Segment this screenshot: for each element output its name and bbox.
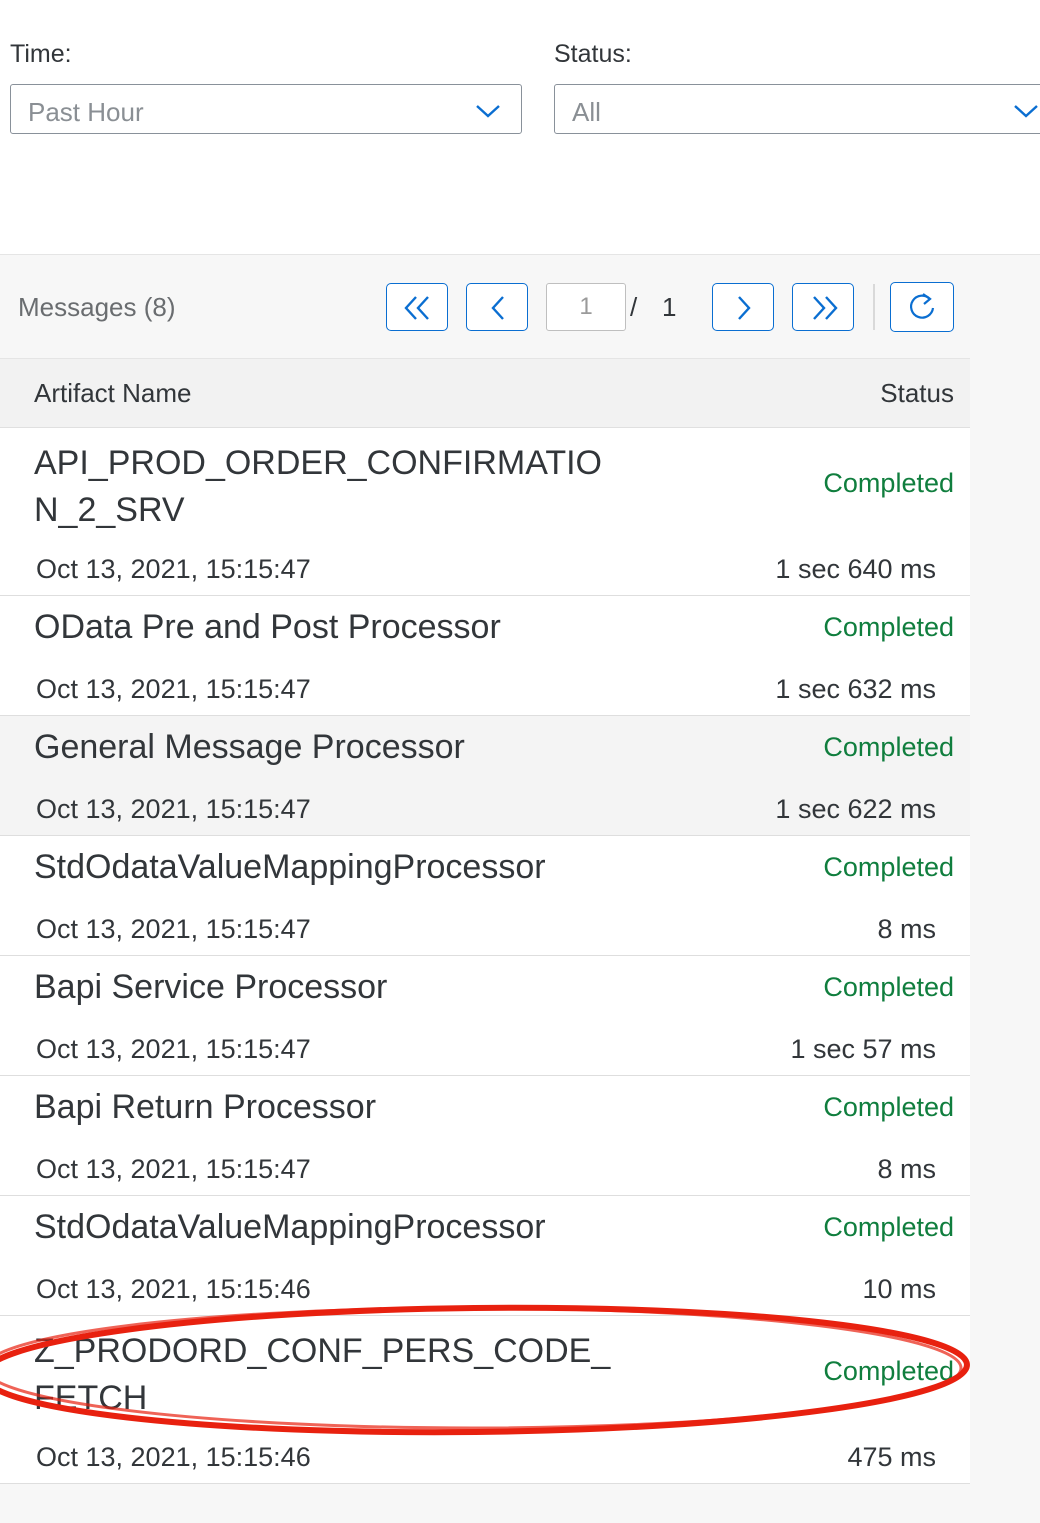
message-date: Oct 13, 2021, 15:15:47 (36, 1154, 311, 1184)
status-badge: Completed (823, 1212, 954, 1242)
message-duration: 8 ms (877, 914, 936, 944)
message-row[interactable]: General Message Processor Completed Oct … (0, 716, 970, 836)
message-duration: 1 sec 640 ms (775, 554, 936, 584)
message-row[interactable]: StdOdataValueMappingProcessor Completed … (0, 1196, 970, 1316)
chevron-left-icon (491, 296, 504, 320)
message-row[interactable]: StdOdataValueMappingProcessor Completed … (0, 836, 970, 956)
message-row[interactable]: OData Pre and Post Processor Completed O… (0, 596, 970, 716)
chevron-down-icon (1014, 105, 1038, 118)
status-filter-label: Status: (554, 40, 632, 68)
page-separator: / (630, 292, 638, 322)
message-date: Oct 13, 2021, 15:15:47 (36, 1034, 311, 1064)
filter-bar: Time: Past Hour Status: All (0, 0, 1040, 254)
refresh-button[interactable] (890, 282, 954, 332)
message-row[interactable]: Bapi Return Processor Completed Oct 13, … (0, 1076, 970, 1196)
message-duration: 10 ms (862, 1274, 936, 1304)
message-duration: 8 ms (877, 1154, 936, 1184)
status-badge: Completed (823, 852, 954, 882)
message-row[interactable]: Z_PRODORD_CONF_PERS_CODE_FETCH Completed… (0, 1316, 970, 1484)
message-date: Oct 13, 2021, 15:15:46 (36, 1442, 311, 1472)
first-page-button[interactable] (386, 283, 448, 331)
status-badge: Completed (823, 612, 954, 642)
time-filter-label: Time: (10, 40, 72, 68)
table-header: Artifact Name Status (0, 358, 970, 429)
message-duration: 475 ms (847, 1442, 936, 1472)
artifact-name: Z_PRODORD_CONF_PERS_CODE_FETCH (34, 1332, 611, 1417)
chevron-down-icon (476, 105, 500, 118)
next-page-button[interactable] (712, 283, 774, 331)
last-page-button[interactable] (792, 283, 854, 331)
status-badge: Completed (823, 732, 954, 762)
time-select[interactable]: Past Hour (10, 84, 522, 134)
message-date: Oct 13, 2021, 15:15:46 (36, 1274, 311, 1304)
previous-page-button[interactable] (466, 283, 528, 331)
double-chevron-left-icon (404, 296, 429, 320)
column-header-artifact-name: Artifact Name (34, 378, 192, 408)
artifact-name: OData Pre and Post Processor (34, 608, 501, 646)
message-duration: 1 sec 622 ms (775, 794, 936, 824)
status-select-value: All (572, 97, 601, 127)
message-date: Oct 13, 2021, 15:15:47 (36, 794, 311, 824)
artifact-name: General Message Processor (34, 728, 465, 766)
status-badge: Completed (823, 972, 954, 1002)
message-date: Oct 13, 2021, 15:15:47 (36, 554, 311, 584)
time-select-value: Past Hour (28, 97, 144, 127)
status-badge: Completed (823, 1356, 954, 1386)
artifact-name: Bapi Service Processor (34, 968, 388, 1006)
message-row[interactable]: API_PROD_ORDER_CONFIRMATION_2_SRV Comple… (0, 428, 970, 596)
column-header-status: Status (880, 378, 954, 408)
status-badge: Completed (823, 468, 954, 498)
double-chevron-right-icon (813, 296, 838, 320)
artifact-name: StdOdataValueMappingProcessor (34, 1208, 546, 1246)
page-number-input[interactable]: 1 (546, 283, 626, 331)
artifact-name: Bapi Return Processor (34, 1088, 377, 1126)
message-date: Oct 13, 2021, 15:15:47 (36, 674, 311, 704)
artifact-name: StdOdataValueMappingProcessor (34, 848, 546, 886)
messages-title: Messages (8) (18, 292, 176, 322)
status-badge: Completed (823, 1092, 954, 1122)
message-duration: 1 sec 57 ms (790, 1034, 936, 1064)
message-duration: 1 sec 632 ms (775, 674, 936, 704)
artifact-name: API_PROD_ORDER_CONFIRMATION_2_SRV (34, 444, 603, 529)
message-row[interactable]: Bapi Service Processor Completed Oct 13,… (0, 956, 970, 1076)
page-total: 1 (662, 292, 677, 322)
toolbar-divider (873, 284, 875, 330)
refresh-icon (910, 293, 935, 319)
status-select[interactable]: All (554, 84, 1040, 134)
chevron-right-icon (738, 296, 751, 320)
message-date: Oct 13, 2021, 15:15:47 (36, 914, 311, 944)
